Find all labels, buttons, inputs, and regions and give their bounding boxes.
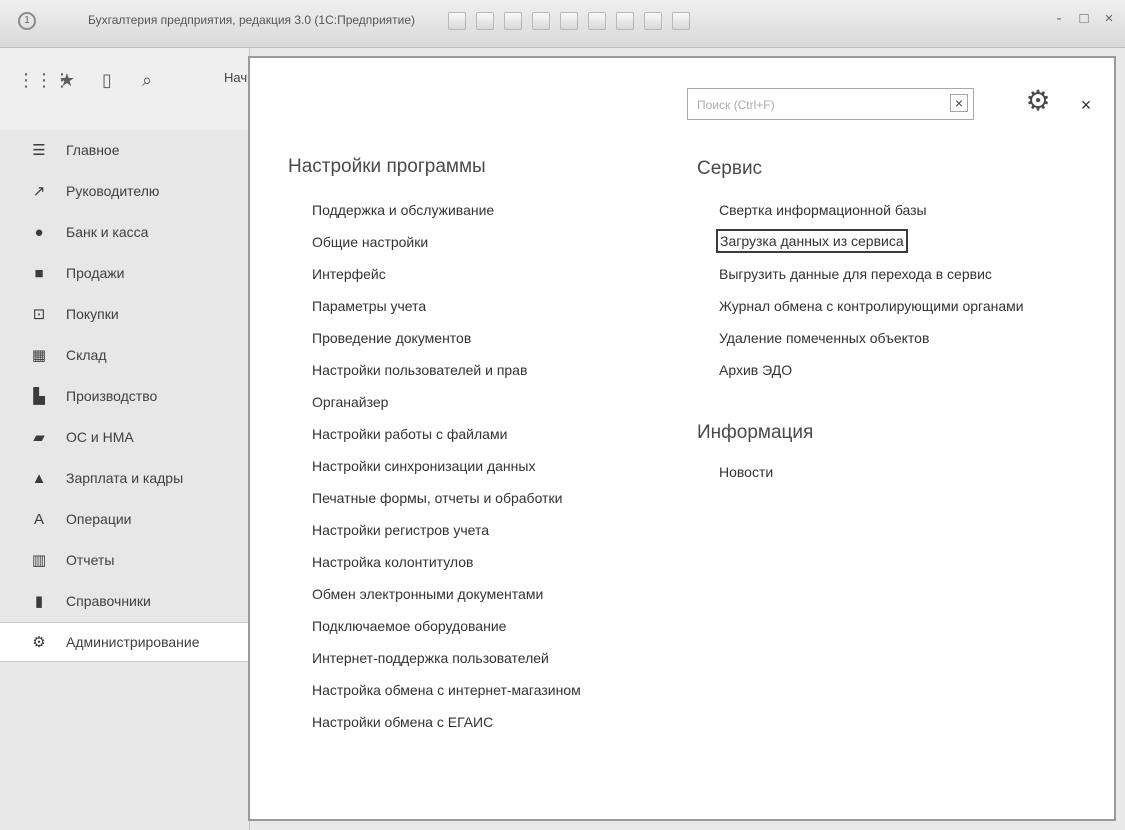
close-window-button[interactable]: × <box>1101 11 1117 27</box>
sidebar-item-label: Справочники <box>66 593 151 609</box>
window-icon[interactable] <box>672 12 690 30</box>
history-icon[interactable] <box>476 12 494 30</box>
menu-item-internet-support[interactable]: Интернет-поддержка пользователей <box>312 649 549 667</box>
person-icon: ▲ <box>31 469 47 487</box>
sidebar-item-operations[interactable]: А Операции <box>0 499 249 539</box>
menu-item-print-forms[interactable]: Печатные формы, отчеты и обработки <box>312 489 562 507</box>
grid-icon[interactable]: ⋮⋮⋮ <box>17 70 71 90</box>
bank-icon: ● <box>34 223 44 241</box>
menu-item-news[interactable]: Новости <box>719 463 773 481</box>
cart-icon: ⊡ <box>32 306 46 323</box>
operations-icon: А <box>33 510 44 528</box>
menu-item-egais-exchange[interactable]: Настройки обмена с ЕГАИС <box>312 713 493 731</box>
menu-item-users-rights[interactable]: Настройки пользователей и прав <box>312 361 527 379</box>
maximize-button[interactable]: □ <box>1076 11 1092 27</box>
factory-icon: ▙ <box>33 388 45 405</box>
sidebar-item-assets[interactable]: ▰ ОС и НМА <box>0 417 249 457</box>
section-title-information: Информация <box>697 422 814 443</box>
gear-icon: ⚙ <box>32 634 46 651</box>
sidebar-item-production[interactable]: ▙ Производство <box>0 376 249 416</box>
sidebar-item-label: Операции <box>66 511 132 527</box>
menu-item-accounting-registers[interactable]: Настройки регистров учета <box>312 521 489 539</box>
close-panel-button[interactable]: × <box>1076 95 1096 115</box>
sidebar-item-manager[interactable]: ↗ Руководителю <box>0 171 249 211</box>
menu-item-equipment[interactable]: Подключаемое оборудование <box>312 617 506 635</box>
settings-gear-icon[interactable]: ⚙ <box>1022 85 1054 117</box>
sidebar-item-administration[interactable]: ⚙ Администрирование <box>0 622 250 662</box>
calculator-icon-2[interactable] <box>644 12 662 30</box>
quick-panel: ⋮⋮⋮ ★ ▯ ⌕ Нач <box>0 48 250 130</box>
sidebar-item-reports[interactable]: ▥ Отчеты <box>0 540 249 580</box>
menu-item-accounting-parameters[interactable]: Параметры учета <box>312 297 426 315</box>
menu-item-db-collapse[interactable]: Свертка информационной базы <box>719 201 927 219</box>
sidebar-item-bank[interactable]: ● Банк и касса <box>0 212 249 252</box>
sidebar-item-warehouse[interactable]: ▦ Склад <box>0 335 249 375</box>
search-icon[interactable]: ⌕ <box>137 70 157 90</box>
quick-icons: ⋮⋮⋮ ★ ▯ ⌕ <box>17 70 157 90</box>
menu-item-support[interactable]: Поддержка и обслуживание <box>312 201 494 219</box>
menu-item-online-store[interactable]: Настройка обмена с интернет-магазином <box>312 681 581 699</box>
app-icon: 1 <box>18 12 36 30</box>
sidebar-item-label: Производство <box>66 388 158 404</box>
sidebar-item-label: Администрирование <box>66 634 200 650</box>
menu-item-interface[interactable]: Интерфейс <box>312 265 386 283</box>
calculator-icon[interactable] <box>504 12 522 30</box>
sales-bag-icon: ■ <box>34 264 44 282</box>
minimize-button[interactable]: - <box>1051 11 1067 27</box>
memory-icon[interactable] <box>616 12 634 30</box>
administration-panel: × ⚙ × Настройки программы Поддержка и об… <box>248 56 1116 821</box>
window-title: Бухгалтерия предприятия, редакция 3.0 (1… <box>88 13 416 27</box>
sidebar-item-payroll[interactable]: ▲ Зарплата и кадры <box>0 458 249 498</box>
sidebar: ☰ Главное ↗ Руководителю ● Банк и касса ■ Пр… <box>0 130 250 830</box>
sidebar-item-label: Руководителю <box>66 183 160 199</box>
open-tab-label[interactable]: Нач <box>224 70 248 85</box>
star-icon[interactable]: ★ <box>57 70 77 90</box>
menu-item-edo-archive[interactable]: Архив ЭДО <box>719 361 792 379</box>
sidebar-item-main[interactable]: ☰ Главное <box>0 130 249 170</box>
search-input[interactable] <box>695 93 939 117</box>
sidebar-item-label: ОС и НМА <box>66 429 134 445</box>
sidebar-item-purchases[interactable]: ⊡ Покупки <box>0 294 249 334</box>
menu-item-load-from-service[interactable]: Загрузка данных из сервиса <box>716 229 908 253</box>
home-icon[interactable] <box>448 12 466 30</box>
window-controls: - □ × <box>1051 11 1117 27</box>
sidebar-item-references[interactable]: ▮ Справочники <box>0 581 249 621</box>
copy-icon[interactable] <box>588 12 606 30</box>
application-window: 1 Бухгалтерия предприятия, редакция 3.0 … <box>0 0 1125 830</box>
menu-item-organizer[interactable]: Органайзер <box>312 393 388 411</box>
book-icon: ▮ <box>34 593 44 610</box>
menu-item-files-settings[interactable]: Настройки работы с файлами <box>312 425 507 443</box>
section-title-program-settings: Настройки программы <box>288 156 486 177</box>
menu-item-headers-footers[interactable]: Настройка колонтитулов <box>312 553 473 571</box>
truck-icon: ▰ <box>33 429 45 446</box>
sidebar-item-label: Зарплата и кадры <box>66 470 184 486</box>
history-icon[interactable]: ▯ <box>97 70 117 90</box>
title-bar: 1 Бухгалтерия предприятия, редакция 3.0 … <box>0 0 1125 48</box>
calendar-icon[interactable] <box>532 12 550 30</box>
menu-icon: ☰ <box>32 142 46 159</box>
sidebar-item-label: Продажи <box>66 265 125 281</box>
title-toolbar <box>448 12 690 30</box>
bar-chart-icon: ▥ <box>31 552 47 569</box>
section-title-service: Сервис <box>697 158 763 179</box>
sidebar-item-label: Главное <box>66 142 120 158</box>
sidebar-item-label: Склад <box>66 347 107 363</box>
sidebar-item-label: Отчеты <box>66 552 115 568</box>
sidebar-item-label: Покупки <box>66 306 119 322</box>
menu-item-edo-exchange[interactable]: Обмен электронными документами <box>312 585 543 603</box>
search-box: × <box>687 88 974 120</box>
menu-item-export-to-service[interactable]: Выгрузить данные для перехода в сервис <box>719 265 992 283</box>
menu-item-delete-marked[interactable]: Удаление помеченных объектов <box>719 329 929 347</box>
warehouse-icon: ▦ <box>31 347 47 364</box>
menu-item-regulatory-log[interactable]: Журнал обмена с контролирующими органами <box>719 297 1024 315</box>
menu-item-sync-settings[interactable]: Настройки синхронизации данных <box>312 457 535 475</box>
print-icon[interactable] <box>560 12 578 30</box>
menu-item-general-settings[interactable]: Общие настройки <box>312 233 428 251</box>
sidebar-item-sales[interactable]: ■ Продажи <box>0 253 249 293</box>
clear-search-button[interactable]: × <box>950 94 968 112</box>
menu-item-document-posting[interactable]: Проведение документов <box>312 329 471 347</box>
sidebar-item-label: Банк и касса <box>66 224 149 240</box>
trend-icon: ↗ <box>32 183 46 200</box>
